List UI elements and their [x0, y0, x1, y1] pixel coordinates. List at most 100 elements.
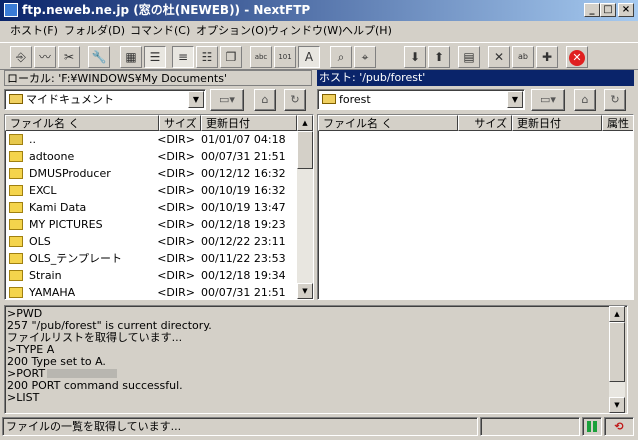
folder-open-icon: ▭▾: [540, 93, 556, 106]
list-item[interactable]: Kami Data <DIR> 00/10/19 13:47: [5, 199, 297, 216]
menu-host[interactable]: ホスト(F): [10, 21, 58, 41]
list-item[interactable]: DMUSProducer <DIR> 00/12/12 16:32: [5, 165, 297, 182]
find-next-button[interactable]: ⌖: [354, 46, 376, 68]
local-refresh-button[interactable]: ↻: [284, 89, 306, 111]
menu-bar: ホスト(F) フォルダ(D) コマンド(C) オプション(O) ウィンドウ(W)…: [0, 21, 638, 41]
folder-icon: [9, 168, 23, 179]
scroll-up-icon[interactable]: ▲: [297, 115, 313, 131]
download-button[interactable]: ⬇: [404, 46, 426, 68]
new-folder-button[interactable]: ✚: [536, 46, 558, 68]
upload-button[interactable]: ⬆: [428, 46, 450, 68]
folder-icon: [9, 151, 23, 162]
list-item[interactable]: adtoone <DIR> 00/07/31 21:51: [5, 148, 297, 165]
stop-icon: ✕: [569, 50, 585, 66]
folder-open-icon: ▭▾: [219, 93, 235, 106]
find-button[interactable]: ⌕: [330, 46, 352, 68]
local-file-list[interactable]: ファイル名 く サイズ 更新日付 .. <DIR> 01/01/07 04:18 a…: [4, 114, 314, 300]
minimize-button[interactable]: _: [584, 3, 600, 17]
local-folder-menu-button[interactable]: ▭▾: [210, 89, 244, 111]
maximize-icon: □: [603, 4, 613, 15]
remote-col-name[interactable]: ファイル名 く: [318, 115, 458, 131]
local-folder-combo[interactable]: マイドキュメント ▼: [4, 89, 206, 110]
local-col-date[interactable]: 更新日付: [201, 115, 297, 131]
remote-folder-menu-button[interactable]: ▭▾: [531, 89, 565, 111]
properties-button[interactable]: ▤: [458, 46, 480, 68]
menu-help[interactable]: ヘルプ(H): [342, 21, 392, 41]
new-folder-icon: ✚: [541, 50, 553, 64]
remote-col-size[interactable]: サイズ: [458, 115, 512, 131]
find-next-icon: ⌖: [361, 50, 369, 64]
remote-col-date[interactable]: 更新日付: [512, 115, 602, 131]
menu-folder[interactable]: フォルダ(D): [64, 21, 125, 41]
menu-window[interactable]: ウィンドウ(W): [268, 21, 342, 41]
copy-icon: ❐: [225, 50, 237, 64]
local-col-name[interactable]: ファイル名 く: [5, 115, 159, 131]
status-connected-icon: [582, 417, 602, 436]
close-icon: ×: [621, 4, 631, 15]
folder-icon: [9, 94, 23, 104]
remote-file-list[interactable]: ファイル名 く サイズ 更新日付 属性: [317, 114, 634, 300]
log-pane[interactable]: >PWD 257 "/pub/forest" is current direct…: [4, 305, 628, 414]
remote-col-attr[interactable]: 属性: [602, 115, 633, 131]
list-item[interactable]: OLS_テンプレート <DIR> 00/11/22 23:53: [5, 250, 297, 267]
rename-button[interactable]: ab: [512, 46, 534, 68]
disconnect-button[interactable]: 〰: [34, 46, 56, 68]
minimize-icon: _: [589, 4, 595, 15]
remote-home-button[interactable]: ⌂: [574, 89, 596, 111]
folder-icon: [9, 202, 23, 213]
auto-mode-button[interactable]: A: [298, 46, 320, 68]
remote-refresh-button[interactable]: ↻: [604, 89, 626, 111]
download-icon: ⬇: [409, 50, 421, 64]
stop-button[interactable]: ✕: [566, 46, 588, 68]
list-item[interactable]: YAMAHA <DIR> 00/07/31 21:51: [5, 284, 297, 299]
scroll-thumb[interactable]: [609, 322, 625, 382]
title-bar[interactable]: ftp.neweb.ne.jp (窓の杜(NEWEB)) - NextFTP _…: [0, 0, 638, 21]
redacted-address: [47, 369, 118, 378]
scroll-up-icon[interactable]: ▲: [609, 306, 625, 322]
remote-folder-combo[interactable]: forest ▼: [317, 89, 525, 110]
close-button[interactable]: ×: [618, 3, 634, 17]
chevron-down-icon[interactable]: ▼: [507, 91, 523, 108]
local-path-bar: ローカル: 'F:¥WINDOWS¥My Documents': [4, 70, 312, 86]
maximize-button[interactable]: □: [600, 3, 616, 17]
delete-icon: ✕: [493, 50, 505, 64]
local-col-size[interactable]: サイズ: [159, 115, 201, 131]
local-home-button[interactable]: ⌂: [254, 89, 276, 111]
list-view-icon: ≡: [177, 50, 189, 64]
scroll-thumb[interactable]: [297, 131, 313, 169]
list-item[interactable]: .. <DIR> 01/01/07 04:18: [5, 131, 297, 148]
properties-icon: ▤: [463, 50, 475, 64]
wrench-icon: 🔧: [91, 50, 107, 64]
list-item[interactable]: EXCL <DIR> 00/10/19 16:32: [5, 182, 297, 199]
ascii-mode-button[interactable]: abc: [250, 46, 272, 68]
connect-icon: ⎆: [16, 50, 26, 64]
small-icons-button[interactable]: ☷: [196, 46, 218, 68]
log-scrollbar[interactable]: ▲ ▼: [609, 306, 625, 413]
delete-button[interactable]: ✕: [488, 46, 510, 68]
folder-icon: [9, 236, 23, 247]
window-title: ftp.neweb.ne.jp (窓の杜(NEWEB)) - NextFTP: [22, 3, 311, 17]
copy-button[interactable]: ❐: [220, 46, 242, 68]
tools-button[interactable]: ✂: [58, 46, 80, 68]
settings-button[interactable]: 🔧: [88, 46, 110, 68]
log-line: >LIST: [7, 391, 40, 404]
list-item[interactable]: OLS <DIR> 00/12/22 23:11: [5, 233, 297, 250]
scroll-down-icon[interactable]: ▼: [297, 283, 313, 299]
local-scrollbar[interactable]: ▲ ▼: [297, 115, 313, 299]
details-view-button[interactable]: ☰: [144, 46, 166, 68]
large-icons-button[interactable]: ▦: [120, 46, 142, 68]
binary-mode-button[interactable]: 101: [274, 46, 296, 68]
scroll-down-icon[interactable]: ▼: [609, 397, 625, 413]
connect-button[interactable]: ⎆: [10, 46, 32, 68]
app-icon[interactable]: [4, 3, 18, 17]
folder-icon: [9, 219, 23, 230]
local-folder-value: マイドキュメント: [26, 93, 114, 106]
list-item[interactable]: Strain <DIR> 00/12/18 19:34: [5, 267, 297, 284]
list-view-button[interactable]: ≡: [172, 46, 194, 68]
home-icon: ⌂: [261, 93, 269, 106]
chevron-down-icon[interactable]: ▼: [188, 91, 204, 108]
disconnect-icon: 〰: [38, 50, 51, 64]
menu-options[interactable]: オプション(O): [196, 21, 268, 41]
list-item[interactable]: MY PICTURES <DIR> 00/12/18 19:23: [5, 216, 297, 233]
menu-command[interactable]: コマンド(C): [130, 21, 190, 41]
